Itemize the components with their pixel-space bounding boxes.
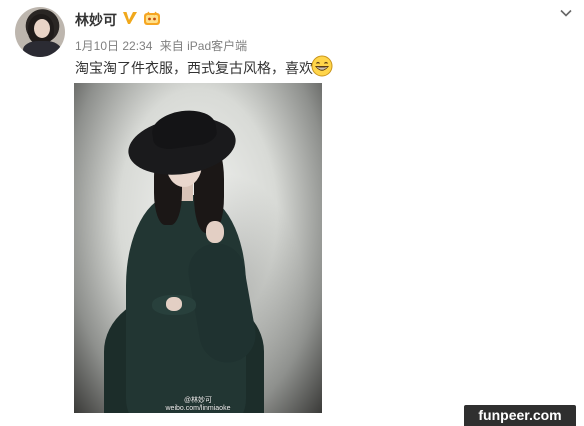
- photo-watermark-name: @林妙可: [183, 397, 213, 404]
- post-photo[interactable]: @林妙可 weibo.com/linmiaoke: [74, 83, 322, 413]
- post-text: 淘宝淘了件衣服，西式复古风格，喜欢: [75, 60, 313, 76]
- site-watermark-badge: funpeer.com: [464, 405, 576, 426]
- grin-emoji-icon: [311, 55, 333, 77]
- photo-hand-lower: [166, 297, 182, 311]
- username-link[interactable]: 林妙可: [75, 10, 117, 30]
- photo-hand: [206, 221, 224, 243]
- verified-v-icon[interactable]: [122, 10, 138, 26]
- source-prefix: 来自: [159, 39, 184, 53]
- chevron-down-icon[interactable]: [559, 6, 573, 20]
- avatar[interactable]: [15, 7, 65, 57]
- photo-watermark-url: weibo.com/linmiaoke: [165, 405, 231, 412]
- avatar-body: [23, 41, 61, 57]
- source-device[interactable]: iPad客户端: [187, 39, 247, 53]
- vip-level-icon[interactable]: [143, 10, 161, 26]
- weibo-post: 林妙可 1月10日 22:34 来自 iPad客户端 淘宝淘了件衣服，西式复古风…: [0, 0, 584, 426]
- post-meta: 1月10日 22:34 来自 iPad客户端: [75, 37, 247, 54]
- post-time[interactable]: 1月10日 22:34: [75, 39, 152, 53]
- avatar-face: [34, 19, 50, 38]
